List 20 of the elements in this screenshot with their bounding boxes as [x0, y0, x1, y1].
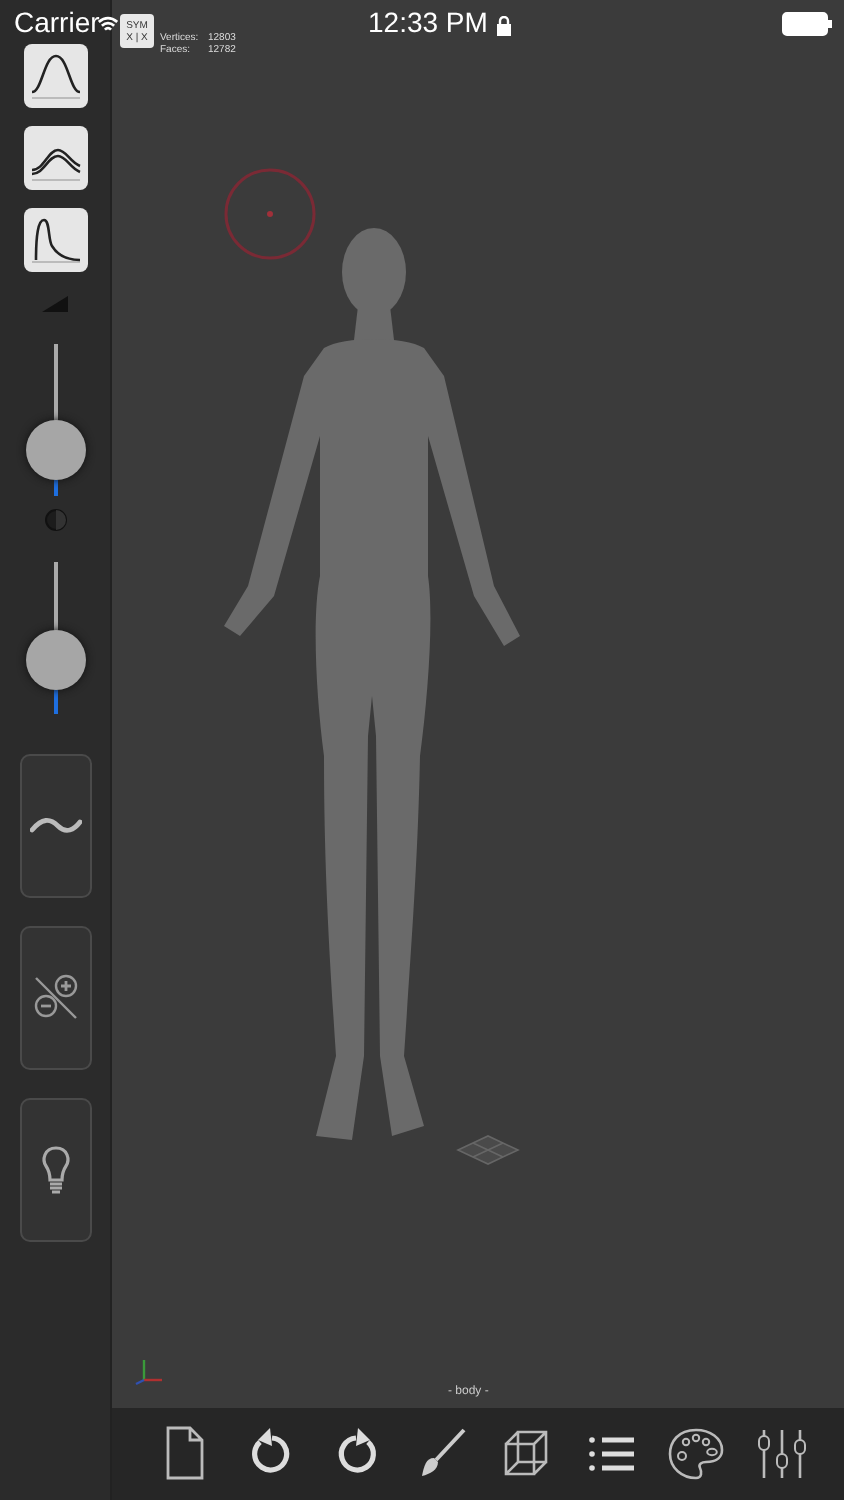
slider-thumb[interactable] — [25, 629, 85, 690]
clock: 12:33 PM — [368, 6, 488, 38]
tool-button[interactable] — [19, 754, 91, 898]
tool-button[interactable] — [19, 1098, 91, 1242]
half-circle-icon — [43, 508, 67, 532]
slider-thumb[interactable] — [25, 420, 85, 481]
palette-icon[interactable] — [666, 1424, 727, 1484]
axis-gizmo-icon — [134, 1356, 166, 1388]
curve-button[interactable] — [23, 208, 87, 272]
carrier-label: Carrier — [14, 6, 100, 38]
triangle-icon — [40, 294, 70, 314]
wave-icon — [29, 816, 81, 836]
floor-grid-icon — [454, 1134, 522, 1166]
lock-icon — [496, 16, 512, 36]
curve-button[interactable] — [23, 44, 87, 108]
tool-button[interactable] — [19, 926, 91, 1070]
curve-button[interactable] — [23, 126, 87, 190]
wifi-icon — [98, 16, 118, 32]
brush-cursor-icon — [222, 166, 318, 262]
battery-icon — [782, 12, 834, 36]
